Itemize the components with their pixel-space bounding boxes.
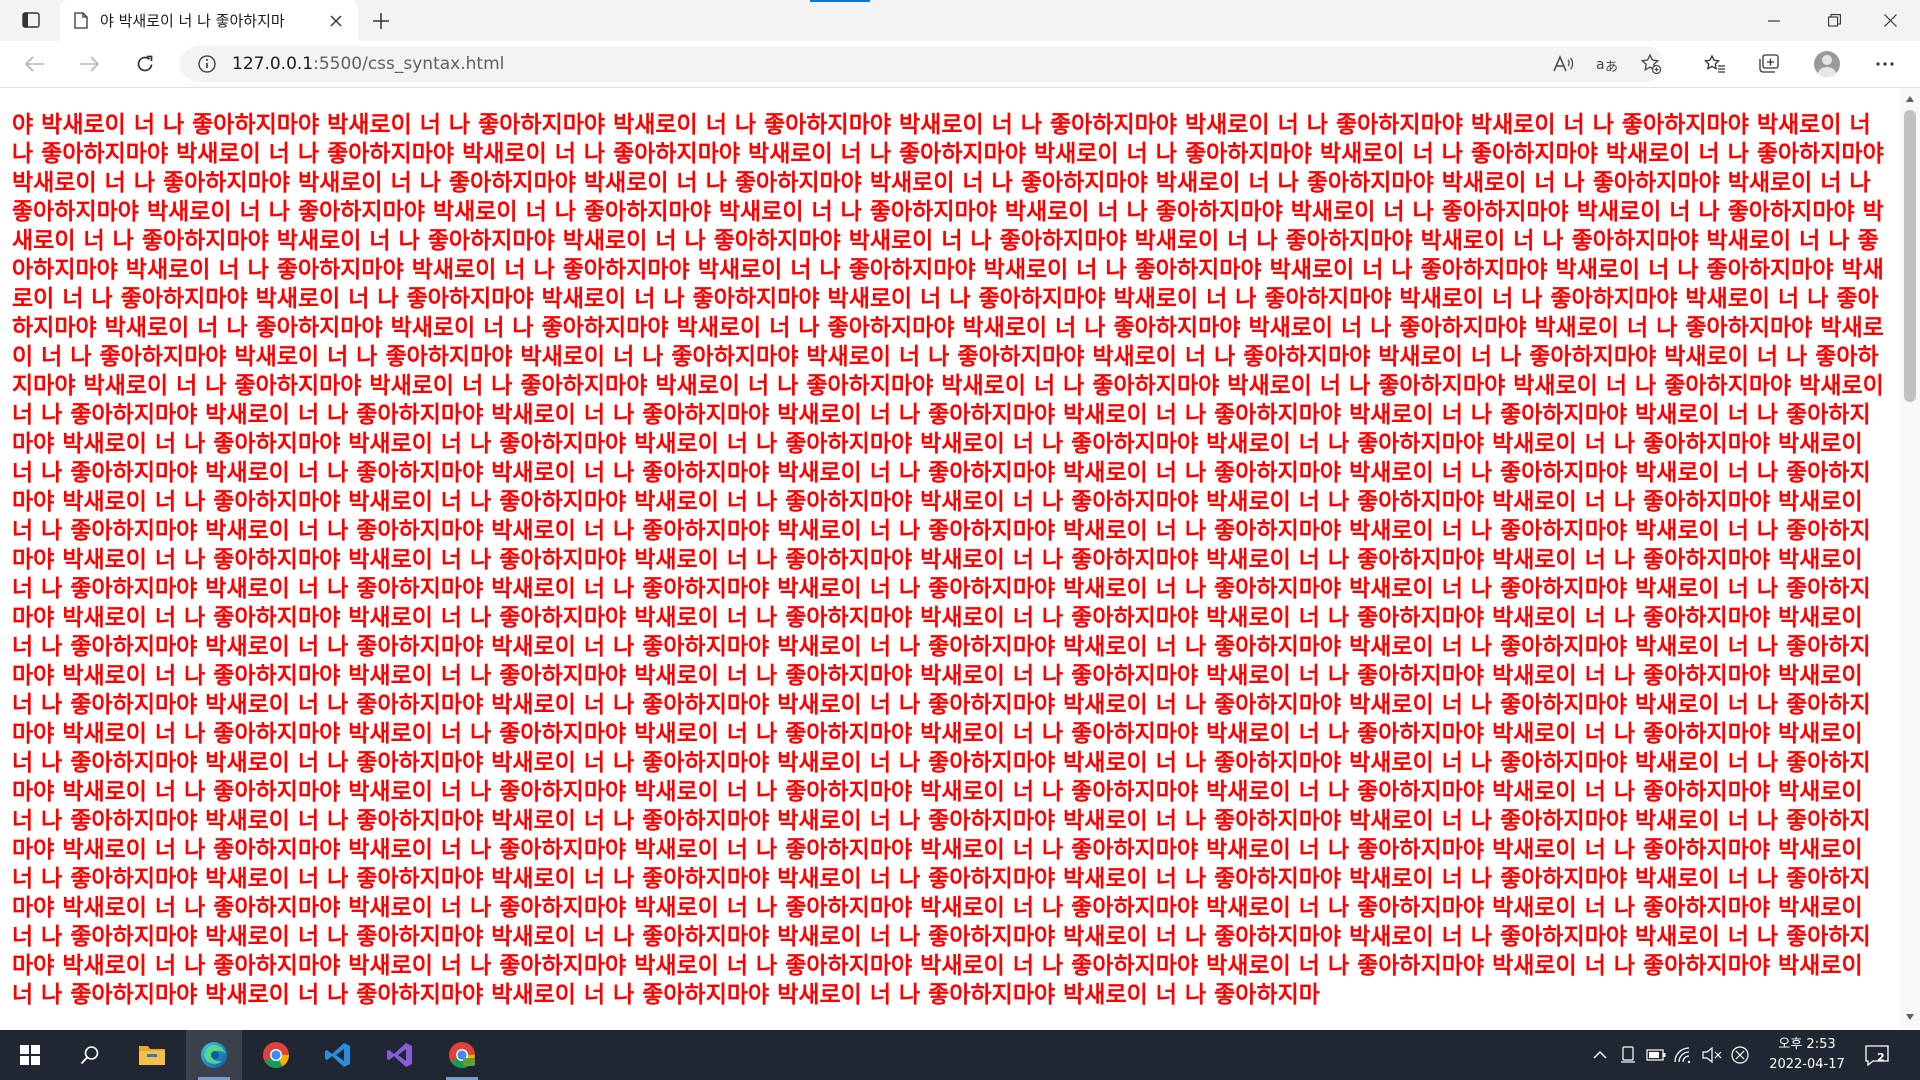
volume-button[interactable]	[1700, 1043, 1724, 1067]
refresh-icon	[137, 55, 153, 72]
scrollbar-thumb[interactable]	[1904, 110, 1916, 402]
taskbar-chrome-profile[interactable]	[434, 1030, 490, 1080]
new-tab-button[interactable]	[366, 8, 396, 34]
search-icon	[80, 1046, 99, 1065]
file-explorer-icon	[139, 1046, 165, 1065]
translate-icon: a あ	[1596, 57, 1618, 74]
taskbar-visual-studio[interactable]	[372, 1030, 428, 1080]
tab-actions-icon	[22, 12, 40, 28]
ime-button[interactable]	[1728, 1043, 1752, 1067]
minimize-icon	[1768, 19, 1780, 22]
chevron-up-icon	[1593, 1051, 1607, 1059]
more-icon	[1876, 62, 1894, 66]
forward-button[interactable]	[72, 47, 106, 81]
title-bar-accent	[810, 0, 870, 2]
svg-text:あ: あ	[1605, 60, 1618, 74]
read-aloud-icon	[1553, 55, 1574, 72]
favorites-icon	[1704, 54, 1725, 73]
taskbar-vscode[interactable]	[310, 1030, 366, 1080]
refresh-button[interactable]	[128, 47, 162, 81]
scroll-up-arrow[interactable]	[1900, 90, 1920, 108]
clock-time: 오후 2:53	[1778, 1037, 1836, 1052]
add-favorite-button[interactable]	[1636, 49, 1666, 79]
ime-icon	[1731, 1046, 1749, 1064]
network-button[interactable]	[1672, 1043, 1696, 1067]
tab-active[interactable]: 야 박새로이 너 나 좋아하지마	[60, 0, 358, 41]
star-add-icon	[1640, 53, 1662, 75]
battery-button[interactable]	[1644, 1043, 1668, 1067]
minimize-button[interactable]	[1746, 0, 1802, 41]
notification-center-button[interactable]: 2	[1862, 1042, 1892, 1068]
show-hidden-icons-button[interactable]	[1588, 1043, 1612, 1067]
page-icon	[74, 12, 88, 29]
taskbar-chrome[interactable]	[248, 1030, 304, 1080]
browser-toolbar: 127.0.0.1 :5500/css_syntax.html a あ	[0, 41, 1920, 88]
device-icon	[1621, 1046, 1635, 1063]
tab-actions-button[interactable]	[14, 8, 48, 32]
start-button[interactable]	[2, 1030, 58, 1080]
page-viewport: 야 박새로이 너 나 좋아하지마야 박새로이 너 나 좋아하지마야 박새로이 너…	[0, 88, 1900, 1028]
back-button[interactable]	[18, 47, 52, 81]
visual-studio-icon	[387, 1043, 412, 1067]
close-window-icon	[1883, 14, 1897, 27]
address-bar[interactable]: 127.0.0.1 :5500/css_syntax.html a あ	[180, 46, 1664, 82]
notification-count: 2	[1877, 1051, 1885, 1064]
volume-muted-icon	[1702, 1047, 1722, 1063]
collections-button[interactable]	[1752, 47, 1786, 81]
search-button[interactable]	[62, 1030, 118, 1080]
read-aloud-button[interactable]	[1548, 49, 1578, 79]
tray-device-button[interactable]	[1616, 1043, 1640, 1067]
caret-up-icon	[1906, 96, 1914, 102]
vscode-icon	[325, 1043, 350, 1067]
restore-icon	[1827, 14, 1841, 27]
windows-taskbar: 오후 2:53 2022-04-17 2	[0, 1030, 1920, 1080]
plus-icon	[373, 13, 389, 29]
chrome-icon	[263, 1042, 289, 1069]
translate-button[interactable]: a あ	[1592, 49, 1622, 79]
tab-title: 야 박새로이 너 나 좋아하지마	[100, 12, 285, 30]
scroll-down-arrow[interactable]	[1900, 1008, 1920, 1026]
taskbar-clock[interactable]: 오후 2:53 2022-04-17	[1764, 1035, 1850, 1075]
close-window-button[interactable]	[1862, 0, 1918, 41]
avatar	[1814, 51, 1840, 77]
info-icon	[198, 55, 216, 73]
vertical-scrollbar[interactable]	[1900, 88, 1920, 1028]
close-icon	[330, 15, 342, 26]
wifi-icon	[1674, 1047, 1691, 1063]
clock-date: 2022-04-17	[1769, 1057, 1845, 1072]
profile-button[interactable]	[1810, 47, 1844, 81]
favorites-button[interactable]	[1698, 47, 1732, 81]
tab-close-button[interactable]	[326, 11, 346, 31]
arrow-left-icon	[25, 56, 44, 72]
settings-more-button[interactable]	[1868, 47, 1902, 81]
battery-icon	[1646, 1049, 1666, 1061]
chrome-profile-icon	[449, 1042, 475, 1069]
page-body-text: 야 박새로이 너 나 좋아하지마야 박새로이 너 나 좋아하지마야 박새로이 너…	[12, 112, 1884, 1008]
collections-icon	[1759, 54, 1779, 73]
url-path: :5500/css_syntax.html	[313, 54, 505, 74]
taskbar-file-explorer[interactable]	[124, 1030, 180, 1080]
windows-logo-icon	[20, 1045, 40, 1065]
arrow-right-icon	[80, 56, 99, 72]
taskbar-edge[interactable]	[186, 1030, 242, 1080]
svg-text:a: a	[1596, 57, 1605, 73]
edge-icon	[201, 1042, 227, 1068]
caret-down-icon	[1906, 1014, 1914, 1020]
url-host: 127.0.0.1	[232, 54, 314, 74]
restore-button[interactable]	[1806, 0, 1862, 41]
title-bar: 야 박새로이 너 나 좋아하지마	[0, 0, 1920, 41]
